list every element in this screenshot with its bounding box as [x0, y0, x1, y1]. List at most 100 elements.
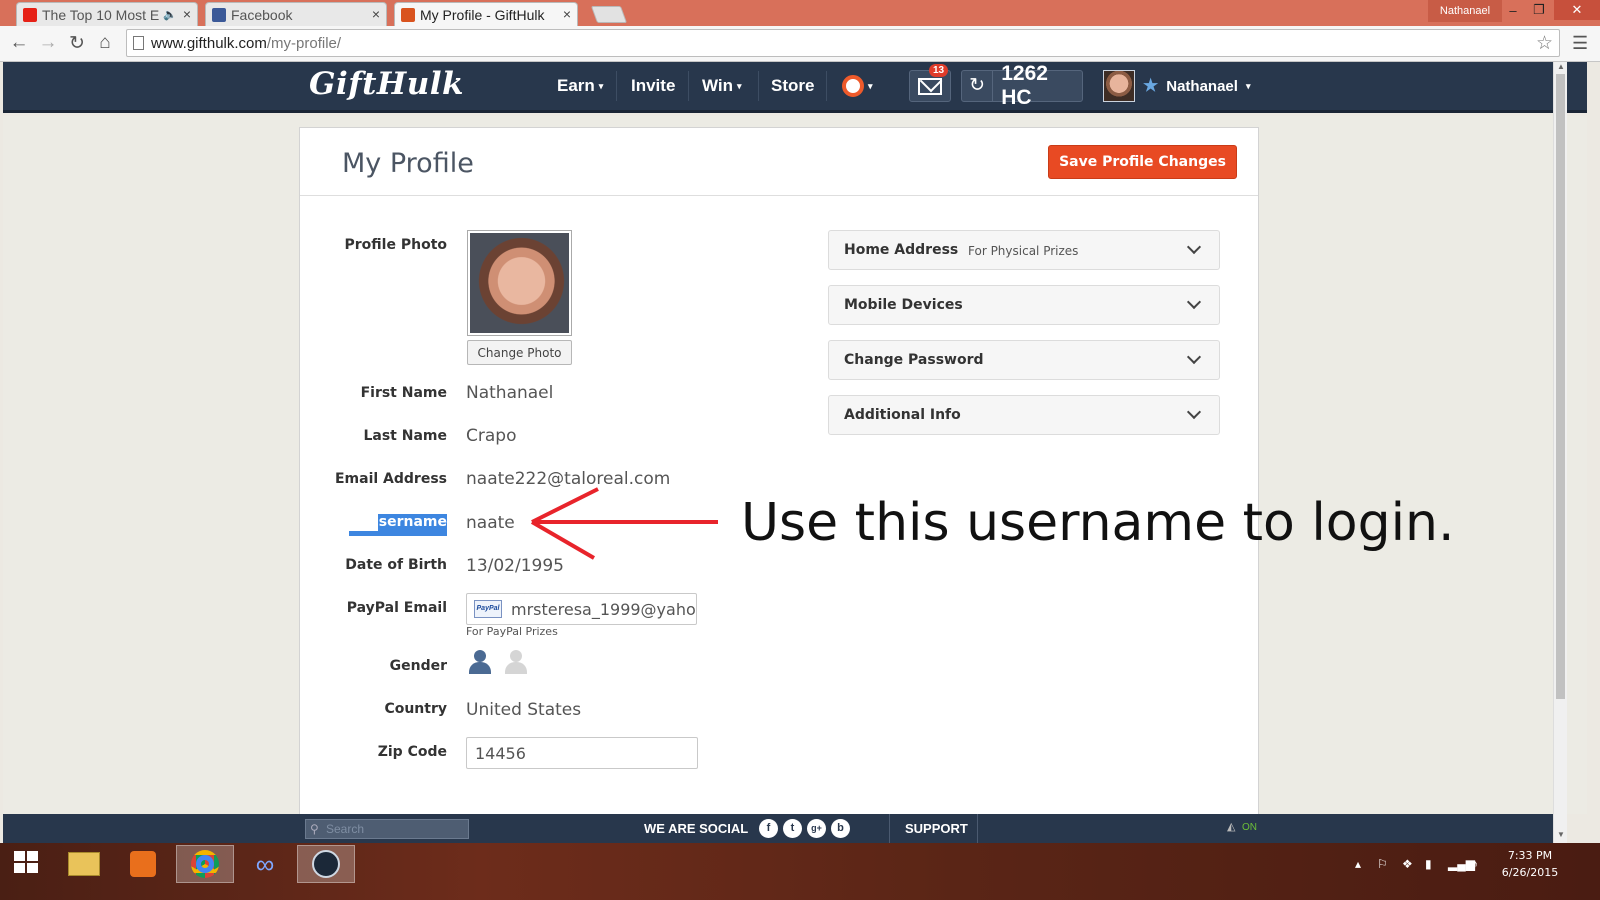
- browser-tab-youtube[interactable]: The Top 10 Most E 🔈 ×: [16, 2, 198, 26]
- balance-box[interactable]: ↻ 1262 HC: [961, 62, 1083, 109]
- bookmark-star-icon[interactable]: ☆: [1536, 32, 1553, 55]
- country-label: Country: [384, 701, 447, 717]
- refresh-icon[interactable]: ↻: [962, 71, 994, 101]
- signal-icon[interactable]: ▂▄▆: [1448, 857, 1475, 871]
- forward-icon[interactable]: →: [37, 32, 59, 54]
- media-player-icon[interactable]: [114, 845, 172, 883]
- nav-wheel[interactable]: ▾: [842, 62, 873, 110]
- network-share-icon[interactable]: ❖: [1402, 857, 1413, 871]
- speaker-icon[interactable]: 🔈: [163, 8, 177, 21]
- gift-favicon-icon: [401, 8, 415, 22]
- username-value[interactable]: naate: [466, 513, 515, 533]
- chrome-taskbar-icon[interactable]: [176, 845, 234, 883]
- save-profile-button[interactable]: Save Profile Changes: [1048, 145, 1237, 179]
- scroll-up-icon[interactable]: ▲: [1557, 62, 1565, 71]
- footer-search-input[interactable]: ⚲ Search: [305, 819, 469, 839]
- profile-card: My Profile Save Profile Changes Profile …: [299, 127, 1259, 817]
- site-logo[interactable]: GiftHulk: [309, 66, 464, 102]
- support-link[interactable]: SUPPORT: [905, 821, 968, 836]
- page-scrollbar[interactable]: ▲ ▼: [1553, 62, 1567, 843]
- scroll-down-icon[interactable]: ▼: [1557, 830, 1565, 839]
- male-user-icon[interactable]: [468, 650, 492, 676]
- nav-win[interactable]: Win ▾: [702, 62, 742, 110]
- page-title: My Profile: [342, 148, 474, 179]
- system-clock[interactable]: 7:33 PM 6/26/2015: [1500, 847, 1560, 881]
- user-name: Nathanael: [1166, 77, 1238, 95]
- google-plus-icon[interactable]: g+: [807, 819, 826, 838]
- user-menu[interactable]: ★ Nathanael ▾: [1103, 62, 1250, 110]
- reload-icon[interactable]: ↻: [66, 32, 88, 55]
- tab-title: Facebook: [231, 6, 293, 23]
- chrome-menu-icon[interactable]: ☰: [1572, 33, 1588, 54]
- sound-icon[interactable]: ◭: [1227, 820, 1235, 833]
- section-label: Additional Info: [844, 407, 961, 423]
- tab-close-icon[interactable]: ×: [372, 6, 380, 22]
- blog-icon[interactable]: b: [831, 819, 850, 838]
- scrollbar-thumb[interactable]: [1556, 74, 1565, 699]
- window-profile-name[interactable]: Nathanael: [1428, 0, 1502, 22]
- start-pane: [27, 863, 38, 873]
- steam-icon[interactable]: [297, 845, 355, 883]
- paypal-email-field[interactable]: PayPal mrsteresa_1999@yahoo: [466, 593, 697, 625]
- address-bar[interactable]: www.gifthulk.com/my-profile/ ☆: [126, 29, 1560, 57]
- change-password-section[interactable]: Change Password: [828, 340, 1220, 380]
- twitter-icon[interactable]: t: [783, 819, 802, 838]
- back-icon[interactable]: ←: [8, 32, 30, 54]
- facebook-icon[interactable]: f: [759, 819, 778, 838]
- zip-code-label: Zip Code: [377, 744, 447, 760]
- first-name-label: First Name: [360, 385, 447, 401]
- country-value[interactable]: United States: [466, 700, 581, 720]
- change-photo-button[interactable]: Change Photo: [467, 340, 572, 365]
- username-label: Username: [367, 514, 447, 530]
- chrome-shape: [191, 850, 219, 878]
- tab-close-icon[interactable]: ×: [183, 6, 191, 22]
- tab-close-icon[interactable]: ×: [563, 6, 571, 22]
- dob-label: Date of Birth: [345, 557, 447, 573]
- close-window-icon[interactable]: ✕: [1554, 0, 1600, 20]
- minimize-icon[interactable]: –: [1500, 0, 1526, 20]
- chevron-down-icon: [1186, 294, 1202, 310]
- windows-start-icon[interactable]: [14, 851, 40, 875]
- file-explorer-icon[interactable]: [55, 845, 113, 883]
- first-name-value[interactable]: Nathanael: [466, 383, 553, 403]
- chevron-down-icon: ▾: [598, 80, 604, 91]
- url-text[interactable]: www.gifthulk.com/my-profile/: [151, 35, 341, 52]
- browser-tab-gifthulk[interactable]: My Profile - GiftHulk ×: [394, 2, 578, 27]
- site-header: GiftHulk Earn ▾ Invite Win ▾ Store ▾ 13 ↻ …: [3, 62, 1587, 113]
- url-path: /my-profile/: [266, 35, 342, 52]
- home-icon[interactable]: ⌂: [94, 32, 116, 54]
- tray-overflow-icon[interactable]: ▴: [1355, 857, 1361, 871]
- restore-icon[interactable]: ❐: [1526, 0, 1552, 20]
- infinity-app-icon[interactable]: ∞: [236, 845, 294, 883]
- zip-code-field[interactable]: 14456: [466, 737, 698, 769]
- icon-body: [505, 662, 527, 674]
- last-name-value[interactable]: Crapo: [466, 426, 516, 446]
- icon-body: [469, 662, 491, 674]
- section-sublabel: For Physical Prizes: [968, 244, 1079, 258]
- paypal-icon: PayPal: [474, 600, 502, 618]
- new-tab-button[interactable]: [590, 6, 628, 23]
- home-address-section[interactable]: Home Address For Physical Prizes: [828, 230, 1220, 270]
- windows-taskbar: ∞ ▴ ⚐ ❖ ▮ ▂▄▆ ♪ 7:33 PM 6/26/2015: [0, 843, 1600, 900]
- paypal-hint: For PayPal Prizes: [466, 625, 558, 638]
- sound-status[interactable]: ON: [1242, 822, 1257, 833]
- chevron-down-icon: ▾: [737, 80, 742, 91]
- action-center-icon[interactable]: ⚐: [1377, 857, 1388, 871]
- mobile-devices-section[interactable]: Mobile Devices: [828, 285, 1220, 325]
- tab-title: My Profile - GiftHulk: [420, 7, 545, 23]
- email-label: Email Address: [334, 471, 447, 487]
- nav-invite[interactable]: Invite: [631, 62, 675, 110]
- profile-photo-image: [470, 233, 569, 333]
- nav-store[interactable]: Store: [771, 62, 814, 110]
- browser-tab-facebook[interactable]: Facebook ×: [205, 2, 387, 26]
- card-header: My Profile Save Profile Changes: [300, 128, 1258, 196]
- battery-icon[interactable]: ▮: [1425, 857, 1432, 871]
- footer-divider: [889, 814, 890, 843]
- additional-info-section[interactable]: Additional Info: [828, 395, 1220, 435]
- clock-time: 7:33 PM: [1507, 849, 1553, 862]
- profile-photo: [467, 230, 572, 336]
- volume-icon[interactable]: ♪: [1472, 857, 1478, 871]
- female-user-icon[interactable]: [504, 650, 528, 676]
- nav-earn[interactable]: Earn ▾: [557, 62, 603, 110]
- icon-head: [474, 650, 486, 662]
